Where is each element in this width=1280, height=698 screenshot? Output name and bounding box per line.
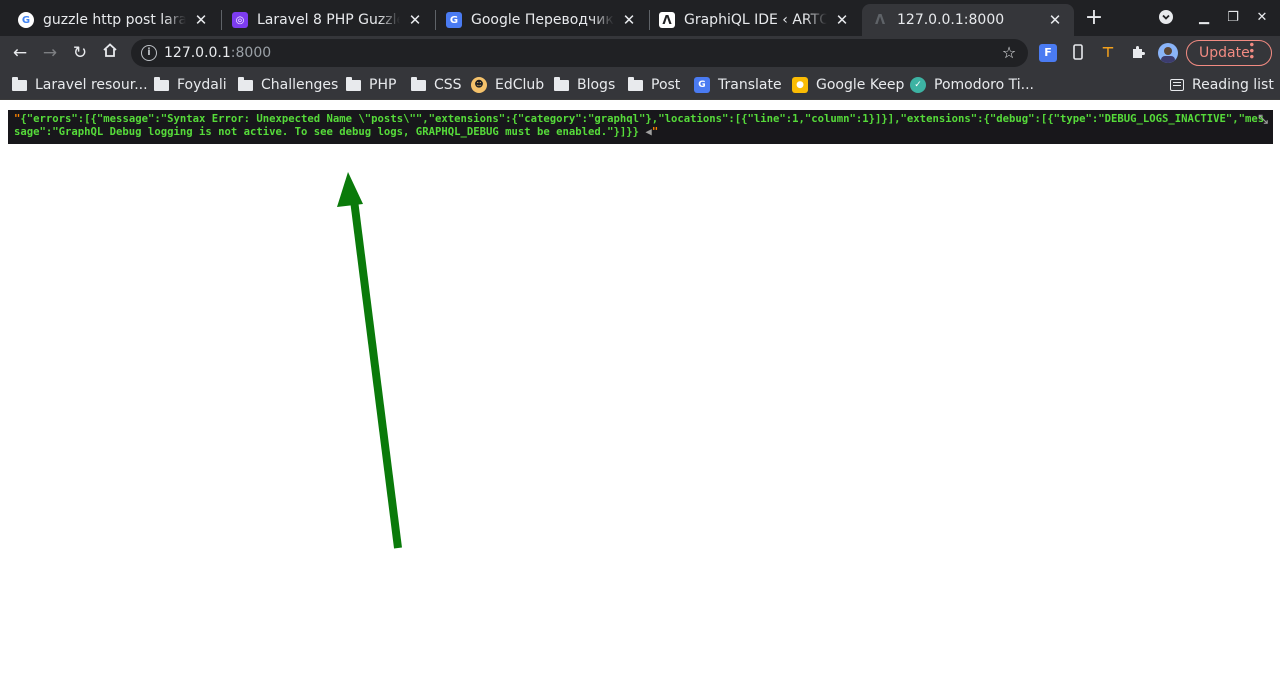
folder-icon	[346, 76, 361, 91]
address-bar[interactable]: i 127.0.0.1:8000 ☆	[131, 39, 1028, 67]
close-icon[interactable]: ✕	[192, 11, 210, 29]
url-text[interactable]: 127.0.0.1:8000	[164, 39, 271, 67]
bookmark-label: EdClub	[495, 77, 545, 93]
bookmark-star-icon[interactable]: ☆	[998, 42, 1020, 64]
bookmark-label: Challenges	[261, 77, 339, 93]
folder-icon	[12, 76, 27, 91]
bookmark-blogs[interactable]: Blogs	[554, 74, 615, 96]
bookmark-laravel-resources[interactable]: Laravel resour...	[12, 74, 148, 96]
bookmark-edclub[interactable]: ☻ EdClub	[471, 74, 544, 96]
bookmark-translate[interactable]: G Translate	[694, 74, 782, 96]
menu-dots-icon[interactable]: •••	[1239, 41, 1263, 59]
minimize-icon[interactable]: ▁	[1195, 9, 1213, 27]
bookmarks-bar: Laravel resour... Foydali Challenges PHP…	[0, 70, 1280, 100]
tab-search-icon[interactable]	[1157, 9, 1175, 27]
bookmark-foydali[interactable]: Foydali	[154, 74, 227, 96]
bookmark-google-keep[interactable]: ● Google Keep	[792, 74, 904, 96]
browser-chrome: G guzzle http post laravel ✕ ◎ Laravel 8…	[0, 0, 1280, 100]
home-icon	[103, 43, 117, 57]
back-button[interactable]: ←	[9, 42, 31, 64]
tab-localhost[interactable]: Λ 127.0.0.1:8000 ✕	[862, 4, 1074, 36]
bookmark-php[interactable]: PHP	[346, 74, 396, 96]
arrow-shaft	[350, 199, 402, 549]
bookmark-label: Foydali	[177, 77, 227, 93]
folder-icon	[154, 76, 169, 91]
close-icon[interactable]: ✕	[833, 11, 851, 29]
reading-list-icon	[1170, 79, 1184, 91]
folder-icon	[554, 76, 569, 91]
folder-icon	[628, 76, 643, 91]
url-port: :8000	[230, 45, 272, 61]
bookmark-pomodoro[interactable]: ✓ Pomodoro Ti...	[910, 74, 1034, 96]
tab-title: 127.0.0.1:8000	[897, 12, 1005, 28]
close-icon[interactable]: ✕	[1046, 11, 1064, 29]
bookmark-label: Google Keep	[816, 77, 905, 93]
close-icon[interactable]: ✕	[620, 11, 638, 29]
bookmark-label: Laravel resour...	[35, 77, 148, 93]
bookmark-label: Pomodoro Ti...	[934, 77, 1034, 93]
bookmark-label: Translate	[718, 77, 782, 93]
reading-list-button[interactable]: Reading list	[1170, 74, 1274, 96]
url-host: 127.0.0.1	[164, 45, 231, 61]
new-tab-button[interactable]: +	[1083, 7, 1105, 29]
close-icon[interactable]: ✕	[406, 11, 424, 29]
window-close-icon[interactable]: ✕	[1253, 9, 1271, 27]
home-button[interactable]	[99, 42, 121, 64]
tab-guzzle-search[interactable]: G guzzle http post laravel ✕	[8, 4, 220, 36]
google-icon: G	[18, 12, 34, 28]
bookmark-challenges[interactable]: Challenges	[238, 74, 338, 96]
info-icon[interactable]: i	[141, 45, 157, 61]
folder-icon	[411, 76, 426, 91]
restore-icon[interactable]: ❐	[1224, 9, 1242, 27]
reload-button[interactable]: ↻	[69, 42, 91, 64]
google-keep-icon: ●	[792, 77, 808, 93]
tab-laravel-guzzle[interactable]: ◎ Laravel 8 PHP Guzzle Http ✕	[222, 4, 434, 36]
google-translate-icon: G	[446, 12, 462, 28]
page-icon: Λ	[874, 12, 886, 28]
extension-orange-icon[interactable]: ⊤	[1099, 44, 1117, 62]
phone-icon[interactable]	[1069, 44, 1087, 62]
edclub-icon: ☻	[471, 77, 487, 93]
tab-title: GraphiQL IDE ‹ ARTOUR	[684, 12, 827, 28]
graphql-tab-icon: ◎	[232, 12, 248, 28]
bookmark-label: Blogs	[577, 77, 616, 93]
forward-button[interactable]: →	[39, 42, 61, 64]
extension-translate-icon[interactable]: F	[1039, 44, 1057, 62]
page-content: "{"errors":[{"message":"Syntax Error: Un…	[0, 100, 1280, 698]
tab-title: Google Переводчик	[471, 12, 614, 28]
bookmark-label: PHP	[369, 77, 397, 93]
tab-title: Laravel 8 PHP Guzzle Http	[257, 12, 400, 28]
bookmark-css[interactable]: CSS	[411, 74, 462, 96]
update-button[interactable]: Update •••	[1186, 40, 1272, 66]
profile-avatar[interactable]	[1158, 43, 1178, 63]
pomodoro-icon: ✓	[910, 77, 926, 93]
bookmark-label: CSS	[434, 77, 462, 93]
bookmark-post[interactable]: Post	[628, 74, 680, 96]
tab-title: guzzle http post laravel	[43, 12, 186, 28]
wordpress-icon: Λ	[659, 12, 675, 28]
annotation-arrow	[337, 172, 402, 549]
tab-google-translate[interactable]: G Google Переводчик ✕	[436, 4, 648, 36]
tab-strip: G guzzle http post laravel ✕ ◎ Laravel 8…	[0, 0, 1280, 36]
folder-icon	[238, 76, 253, 91]
bookmark-label: Post	[651, 77, 681, 93]
google-translate-icon: G	[694, 77, 710, 93]
tab-graphiql-ide[interactable]: Λ GraphiQL IDE ‹ ARTOUR ✕	[649, 4, 861, 36]
extensions-puzzle-icon[interactable]	[1129, 44, 1147, 62]
arrow-head	[337, 172, 363, 207]
toolbar: ← → ↻ i 127.0.0.1:8000 ☆ F ⊤ Update •••	[0, 36, 1280, 70]
reading-list-label: Reading list	[1192, 77, 1274, 93]
